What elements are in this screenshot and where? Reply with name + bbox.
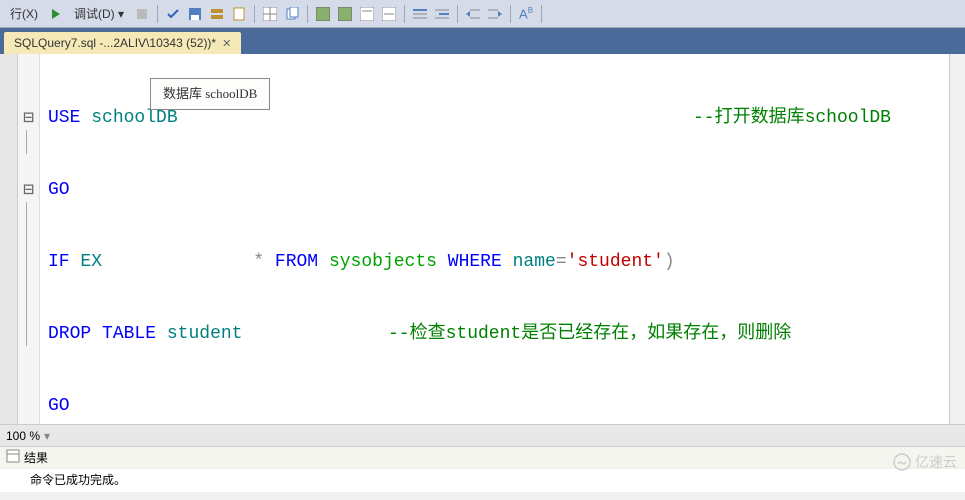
zoom-level[interactable]: 100 % [6,429,40,443]
intellisense-tooltip: 数据库 schoolDB [150,78,270,110]
separator [510,5,511,23]
results-icon [6,449,20,466]
gutter-line [26,298,39,322]
indent-icon[interactable] [487,6,503,22]
left-margin [0,54,18,424]
code-editor[interactable]: USE schoolDB --打开数据库schoolDB GO IF EXxxx… [40,54,949,424]
execute-menu[interactable]: 行(X) [4,3,44,24]
indent-right-icon[interactable] [434,6,450,22]
results-tab[interactable]: 结果 [24,449,48,466]
check-icon[interactable] [165,6,181,22]
editor-area: ⊟ ⊟ USE schoolDB --打开数据库schoolDB GO IF E… [0,54,965,424]
vertical-scrollbar[interactable] [949,54,965,424]
separator [307,5,308,23]
copy-icon[interactable] [284,6,300,22]
table2-icon[interactable] [337,6,353,22]
sql-file-tab[interactable]: SQLQuery7.sql -...2ALIV\10343 (52))* ✕ [4,32,241,54]
zoom-bar: 100 % ▾ [0,424,965,446]
code-line: GO [48,394,941,418]
page-icon[interactable] [231,6,247,22]
code-gutter: ⊟ ⊟ [18,54,40,424]
result-message: 命令已成功完成。 [0,468,965,492]
collapse-icon[interactable] [18,82,39,106]
code-line: IF EXxxxxxxxxxxxxx * FROM sysobjects WHE… [48,250,941,274]
dropdown-icon[interactable]: ▾ [44,429,50,443]
gutter-line [26,202,39,226]
collapse-icon[interactable] [18,154,39,178]
stop-icon[interactable] [134,6,150,22]
form-icon[interactable] [359,6,375,22]
separator [457,5,458,23]
table-icon[interactable] [315,6,331,22]
gutter-line [26,250,39,274]
gutter-line [26,130,39,154]
indent-left-icon[interactable] [412,6,428,22]
watermark: 亿速云 [893,452,957,472]
gutter-line [26,274,39,298]
main-toolbar: 行(X) 调试(D) ▾ [0,0,965,28]
collapse-icon[interactable] [18,58,39,82]
gutter-line [26,322,39,346]
tab-bar: SQLQuery7.sql -...2ALIV\10343 (52))* ✕ [0,28,965,54]
separator [157,5,158,23]
gutter-line [26,226,39,250]
separator [541,5,542,23]
play-icon[interactable] [48,6,64,22]
code-line: DROP TABLE student --检查student是否已经存在，如果存… [48,322,941,346]
tab-close-icon[interactable]: ✕ [222,37,231,50]
tab-label: SQLQuery7.sql -...2ALIV\10343 (52))* [14,36,216,50]
collapse-icon[interactable]: ⊟ [18,106,39,130]
separator [254,5,255,23]
results-tab-bar: 结果 [0,446,965,468]
font-icon[interactable]: AB [518,6,534,22]
collapse-icon[interactable]: ⊟ [18,178,39,202]
outdent-icon[interactable] [465,6,481,22]
save-icon[interactable] [187,6,203,22]
form2-icon[interactable] [381,6,397,22]
grid-icon[interactable] [262,6,278,22]
debug-menu[interactable]: 调试(D) ▾ [68,3,130,24]
options-icon[interactable] [209,6,225,22]
code-line: GO [48,178,941,202]
separator [404,5,405,23]
